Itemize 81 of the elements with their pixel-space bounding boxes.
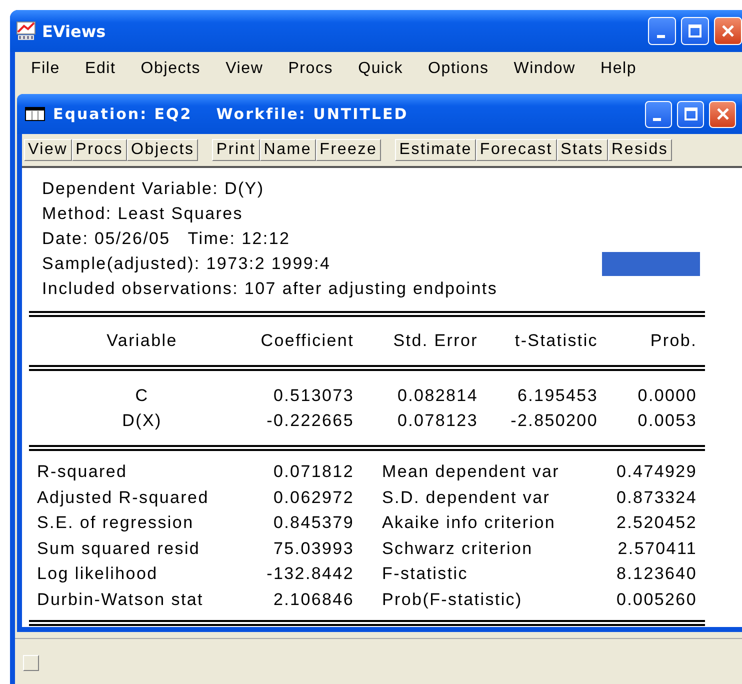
toolbar-button[interactable]: Estimate — [395, 139, 476, 161]
table-cell-text: 0.078123 — [396, 410, 478, 432]
menu-item[interactable]: Options — [420, 60, 506, 78]
toolbar-button[interactable]: View — [24, 139, 72, 161]
stat-value: 2.106846 — [272, 588, 354, 610]
header-text: Included observations: 107 after adjusting endpoints — [42, 278, 499, 300]
close-icon — [716, 107, 730, 121]
stat-value: 2.520452 — [615, 512, 697, 534]
maximize-button[interactable] — [677, 100, 704, 128]
header-text: Dependent Variable: D(Y) — [42, 178, 266, 200]
stat-label: Akaike info criterion — [381, 512, 557, 534]
stat-value: 0.071812 — [272, 461, 354, 483]
stat-label: Schwarz criterion — [381, 538, 534, 560]
stat-label: S.D. dependent var — [381, 486, 552, 508]
header-text: Method: Least Squares — [42, 203, 244, 225]
stat-value: 0.873324 — [615, 486, 697, 508]
column-header: t-Statistic — [514, 330, 598, 352]
maximize-icon — [684, 107, 698, 121]
stat-label: Log likelihood — [36, 563, 159, 585]
table-cell-text: 0.0053 — [636, 410, 697, 432]
close-button[interactable] — [709, 100, 736, 128]
toolbar-button[interactable]: Forecast — [476, 139, 557, 161]
stat-label: Mean dependent var — [381, 461, 561, 483]
table-cell-text: 0.0000 — [636, 385, 697, 407]
minimize-button[interactable] — [648, 17, 676, 45]
stat-label: R-squared — [36, 461, 128, 483]
table-icon — [25, 107, 45, 121]
menu-item[interactable]: Edit — [76, 60, 133, 78]
stat-value: -132.8442 — [266, 563, 354, 585]
menu-item[interactable]: Quick — [350, 60, 420, 78]
stat-label: F-statistic — [381, 563, 469, 585]
maximize-button[interactable] — [681, 17, 709, 45]
column-header: Variable — [106, 330, 178, 352]
stat-value: 8.123640 — [615, 563, 697, 585]
toolbar-button[interactable]: Resids — [608, 139, 672, 161]
toolbar-button[interactable]: Freeze — [316, 139, 382, 161]
close-icon — [721, 24, 735, 38]
toolbar-button[interactable]: Name — [260, 139, 316, 161]
stat-value: 75.03993 — [272, 538, 354, 560]
stat-value: 2.570411 — [616, 538, 697, 560]
menu-item[interactable]: Objects — [132, 60, 218, 78]
minimize-button[interactable] — [645, 100, 672, 128]
minimize-icon — [653, 118, 661, 120]
toolbar-button[interactable]: Stats — [556, 139, 608, 161]
window-title: Equation: EQ2 — [53, 105, 192, 123]
window-title: EViews — [42, 22, 107, 40]
menu-item[interactable]: View — [218, 60, 280, 78]
minimize-icon — [656, 34, 664, 38]
table-cell-text: 0.082814 — [396, 385, 478, 407]
stat-label: Prob(F-statistic) — [381, 588, 524, 610]
status-button[interactable] — [23, 655, 39, 671]
stat-label: S.E. of regression — [36, 512, 195, 534]
toolbar-button[interactable]: Print — [212, 139, 260, 161]
toolbar-button[interactable]: Objects — [127, 139, 198, 161]
column-header: Std. Error — [392, 330, 478, 352]
stat-value: 0.062972 — [272, 486, 354, 508]
menu-item[interactable]: Window — [506, 60, 592, 78]
stat-label: Durbin-Watson stat — [36, 588, 204, 610]
table-cell-text: 0.513073 — [272, 385, 354, 407]
header-text: Sample(adjusted): 1973:2 1999:4 — [42, 253, 332, 275]
stat-value: 0.474929 — [615, 461, 697, 483]
menu-item[interactable]: File — [23, 60, 77, 78]
app-icon — [16, 21, 36, 41]
maximize-icon — [688, 24, 702, 38]
stat-label: Adjusted R-squared — [36, 486, 210, 508]
stat-value: 0.845379 — [272, 512, 354, 534]
header-text: Date: 05/26/05 Time: 12:12 — [42, 228, 292, 250]
stat-label: Sum squared resid — [36, 538, 202, 560]
column-header: Coefficient — [260, 330, 354, 352]
table-cell-text: -2.850200 — [510, 410, 598, 432]
menu-item[interactable]: Help — [592, 60, 654, 78]
table-cell-text: 6.195453 — [516, 385, 598, 407]
close-button[interactable] — [714, 17, 742, 45]
toolbar-button[interactable]: Procs — [72, 139, 127, 161]
table-cell-text: D(X) — [121, 410, 163, 432]
menu-item[interactable]: Procs — [280, 60, 350, 78]
stat-value: 0.005260 — [615, 588, 697, 610]
workfile-label: Workfile: UNTITLED — [216, 105, 410, 123]
table-cell-text: -0.222665 — [266, 410, 354, 432]
column-header: Prob. — [649, 330, 697, 352]
table-cell-text: C — [134, 385, 150, 407]
